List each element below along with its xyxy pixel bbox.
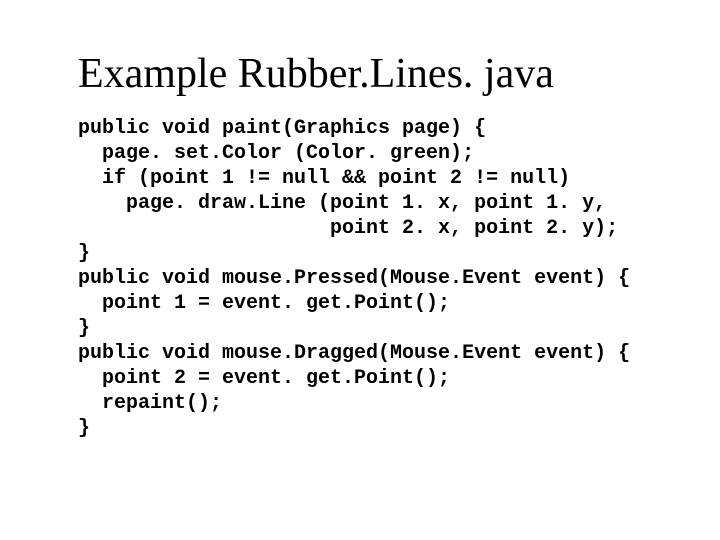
slide-title: Example Rubber.Lines. java: [78, 50, 650, 98]
code-line: }: [78, 417, 90, 440]
code-line: if (point 1 != null && point 2 != null): [78, 167, 570, 190]
code-line: page. set.Color (Color. green);: [78, 142, 474, 165]
code-line: point 1 = event. get.Point();: [78, 292, 450, 315]
code-line: }: [78, 242, 90, 265]
code-block: public void paint(Graphics page) { page.…: [78, 116, 650, 441]
code-line: page. draw.Line (point 1. x, point 1. y,: [78, 192, 606, 215]
code-line: point 2 = event. get.Point();: [78, 367, 450, 390]
code-line: public void mouse.Dragged(Mouse.Event ev…: [78, 342, 630, 365]
code-line: repaint();: [78, 392, 222, 415]
code-line: }: [78, 317, 90, 340]
slide: Example Rubber.Lines. java public void p…: [0, 0, 720, 540]
code-line: public void mouse.Pressed(Mouse.Event ev…: [78, 267, 630, 290]
code-line: public void paint(Graphics page) {: [78, 117, 486, 140]
code-line: point 2. x, point 2. y);: [78, 217, 618, 240]
